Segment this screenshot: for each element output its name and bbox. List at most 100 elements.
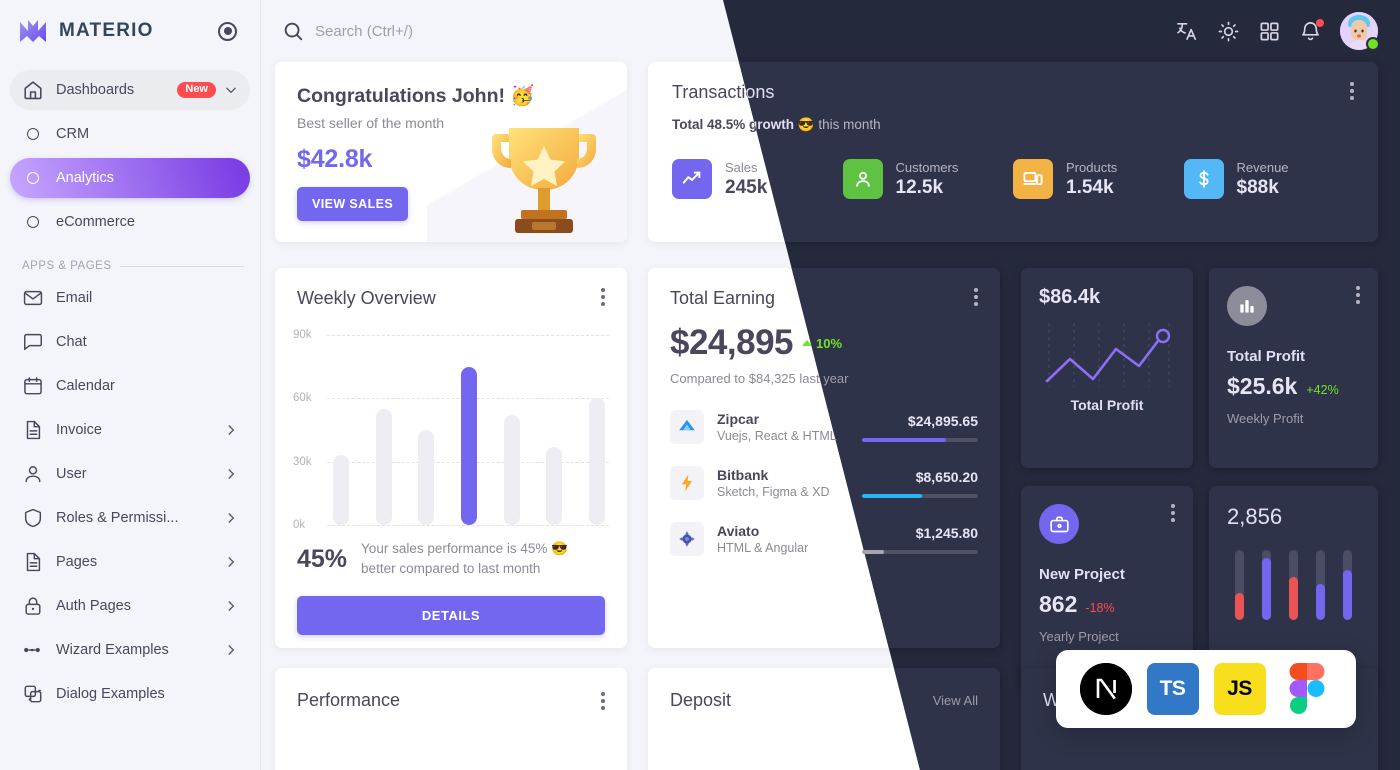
sidebar-item-pages[interactable]: Pages [10, 542, 250, 582]
weekly-profit-menu-button[interactable] [1356, 286, 1360, 304]
sidebar-item-analytics[interactable]: Analytics [10, 158, 250, 198]
sidebar-item-roles-permissi[interactable]: Roles & Permissi... [10, 498, 250, 538]
session-bar[interactable] [1343, 550, 1352, 620]
chevron-right-icon [228, 601, 235, 611]
earning-tech: Sketch, Figma & XD [717, 485, 830, 499]
stat-customers: Customers 12.5k [842, 159, 1014, 199]
session-bar[interactable] [1262, 550, 1271, 620]
stat-label: Customers [895, 159, 959, 175]
sidebar-item-wizard-examples[interactable]: Wizard Examples [10, 630, 250, 670]
typescript-logo-icon[interactable]: TS [1146, 663, 1199, 715]
sidebar-item-user[interactable]: User [10, 454, 250, 494]
briefcase-icon [1039, 504, 1079, 544]
deposit-view-all-dark[interactable]: View All [933, 693, 978, 708]
sidebar-item-label: Dialog Examples [56, 686, 165, 702]
y-axis-tick-label: 90k [293, 329, 312, 341]
search-input[interactable] [315, 22, 635, 40]
bar[interactable] [546, 447, 563, 525]
javascript-logo-icon[interactable]: JS [1213, 663, 1266, 715]
stat-value: 245k [725, 176, 768, 198]
sidebar-item-label: Invoice [56, 422, 102, 438]
performance-menu-button[interactable] [601, 691, 605, 710]
tech-logos-panel: TS JS [1056, 650, 1356, 728]
congratulations-card: Congratulations John! 🥳 Best seller of t… [275, 62, 627, 242]
sidebar-item-crm[interactable]: CRM [10, 114, 250, 154]
session-bar[interactable] [1289, 550, 1298, 620]
weekly-overview-chart: 90k 60k 30k 0k [293, 329, 609, 531]
sidebar-item-label: eCommerce [56, 214, 135, 230]
weekly-overview-menu-button[interactable] [601, 288, 605, 306]
trophy-icon [492, 128, 596, 233]
transactions-menu-button-dark[interactable] [1350, 82, 1354, 100]
nextjs-logo-icon[interactable] [1079, 663, 1132, 715]
session-bar[interactable] [1316, 550, 1325, 620]
sidebar-item-email[interactable]: Email [10, 278, 250, 318]
sidebar-item-label: Email [56, 290, 93, 306]
envelope-icon [23, 290, 43, 306]
divider [119, 265, 244, 267]
bar[interactable] [375, 409, 392, 525]
sidebar-item-dashboards[interactable]: Dashboards New [10, 70, 250, 110]
gridline [327, 525, 609, 526]
sidebar-item-calendar[interactable]: Calendar [10, 366, 250, 406]
sidebar-item-invoice[interactable]: Invoice [10, 410, 250, 450]
stat-label: Products [1066, 159, 1118, 175]
sidebar-item-auth-pages[interactable]: Auth Pages [10, 586, 250, 626]
bar[interactable] [418, 430, 435, 525]
sidebar-item-label: Roles & Permissi... [56, 510, 179, 526]
stat-products: Products 1.54k [1013, 159, 1184, 199]
search-bar[interactable] [282, 20, 1378, 42]
session-bar[interactable] [1235, 550, 1244, 620]
chevron-right-icon [228, 645, 235, 655]
weekly-profit-subtitle: Weekly Profit [1227, 411, 1304, 426]
total-profit-line-chart [1045, 323, 1171, 387]
performance-card: Performance [275, 668, 627, 770]
sidebar: MATERIO Dashboards New CRM Analytics eComm… [0, 0, 260, 770]
sidebar-item-label: Auth Pages [56, 598, 131, 614]
stat-value: 1.54k [1066, 176, 1114, 198]
weekly-profit-value: $25.6k [1227, 373, 1298, 399]
stat-label: Revenue [1236, 159, 1289, 175]
brand-header: MATERIO [0, 0, 260, 62]
sidebar-dashboards-sublist: CRM Analytics eCommerce [0, 114, 260, 242]
new-project-menu-button[interactable] [1171, 504, 1175, 522]
sidebar-item-chat[interactable]: Chat [10, 322, 250, 362]
bar[interactable] [333, 455, 349, 525]
details-button[interactable]: DETAILS [297, 595, 605, 635]
sidebar-item-label: Dashboards [56, 82, 135, 98]
total-earning-menu-button-dark[interactable] [974, 288, 978, 306]
sidebar-item-dialog-examples[interactable]: Dialog Examples [10, 674, 250, 714]
sidebar-item-ecommerce[interactable]: eCommerce [10, 202, 250, 242]
bar-chart-icon [1227, 286, 1267, 326]
new-project-value: 862 [1039, 591, 1078, 617]
chevron-right-icon [228, 557, 235, 567]
copy-icon [24, 685, 42, 703]
dollar-icon [1183, 159, 1224, 199]
materio-logo-icon [20, 20, 46, 42]
document-icon [26, 420, 41, 440]
weekly-text: Your sales performance is 45% 😎 better c… [361, 541, 568, 577]
chevron-down-icon [226, 87, 236, 94]
y-axis-tick-label: 0k [293, 519, 306, 531]
sidebar-item-label: Calendar [56, 378, 115, 394]
search-icon [284, 22, 303, 41]
bar[interactable] [460, 367, 477, 525]
total-profit-amount: $86.4k [1039, 286, 1101, 308]
chevron-right-icon [228, 425, 235, 435]
collapse-radio-icon[interactable] [218, 21, 237, 41]
sessions-value: 2,856 [1227, 504, 1283, 529]
devices-icon [1013, 159, 1053, 199]
circle-icon [27, 216, 39, 228]
bar[interactable] [503, 415, 520, 525]
sidebar-item-label: Wizard Examples [56, 642, 169, 658]
home-icon [24, 81, 42, 100]
circle-icon [27, 172, 39, 184]
view-sales-button[interactable]: VIEW SALES [297, 187, 409, 221]
new-project-subtitle: Yearly Project [1039, 629, 1119, 644]
figma-logo-icon[interactable] [1281, 663, 1333, 715]
brand-name: MATERIO [59, 20, 154, 41]
bar[interactable] [588, 398, 605, 525]
dots-line-icon [24, 647, 40, 653]
chevron-right-icon [228, 513, 235, 523]
chevron-right-icon [228, 469, 235, 479]
